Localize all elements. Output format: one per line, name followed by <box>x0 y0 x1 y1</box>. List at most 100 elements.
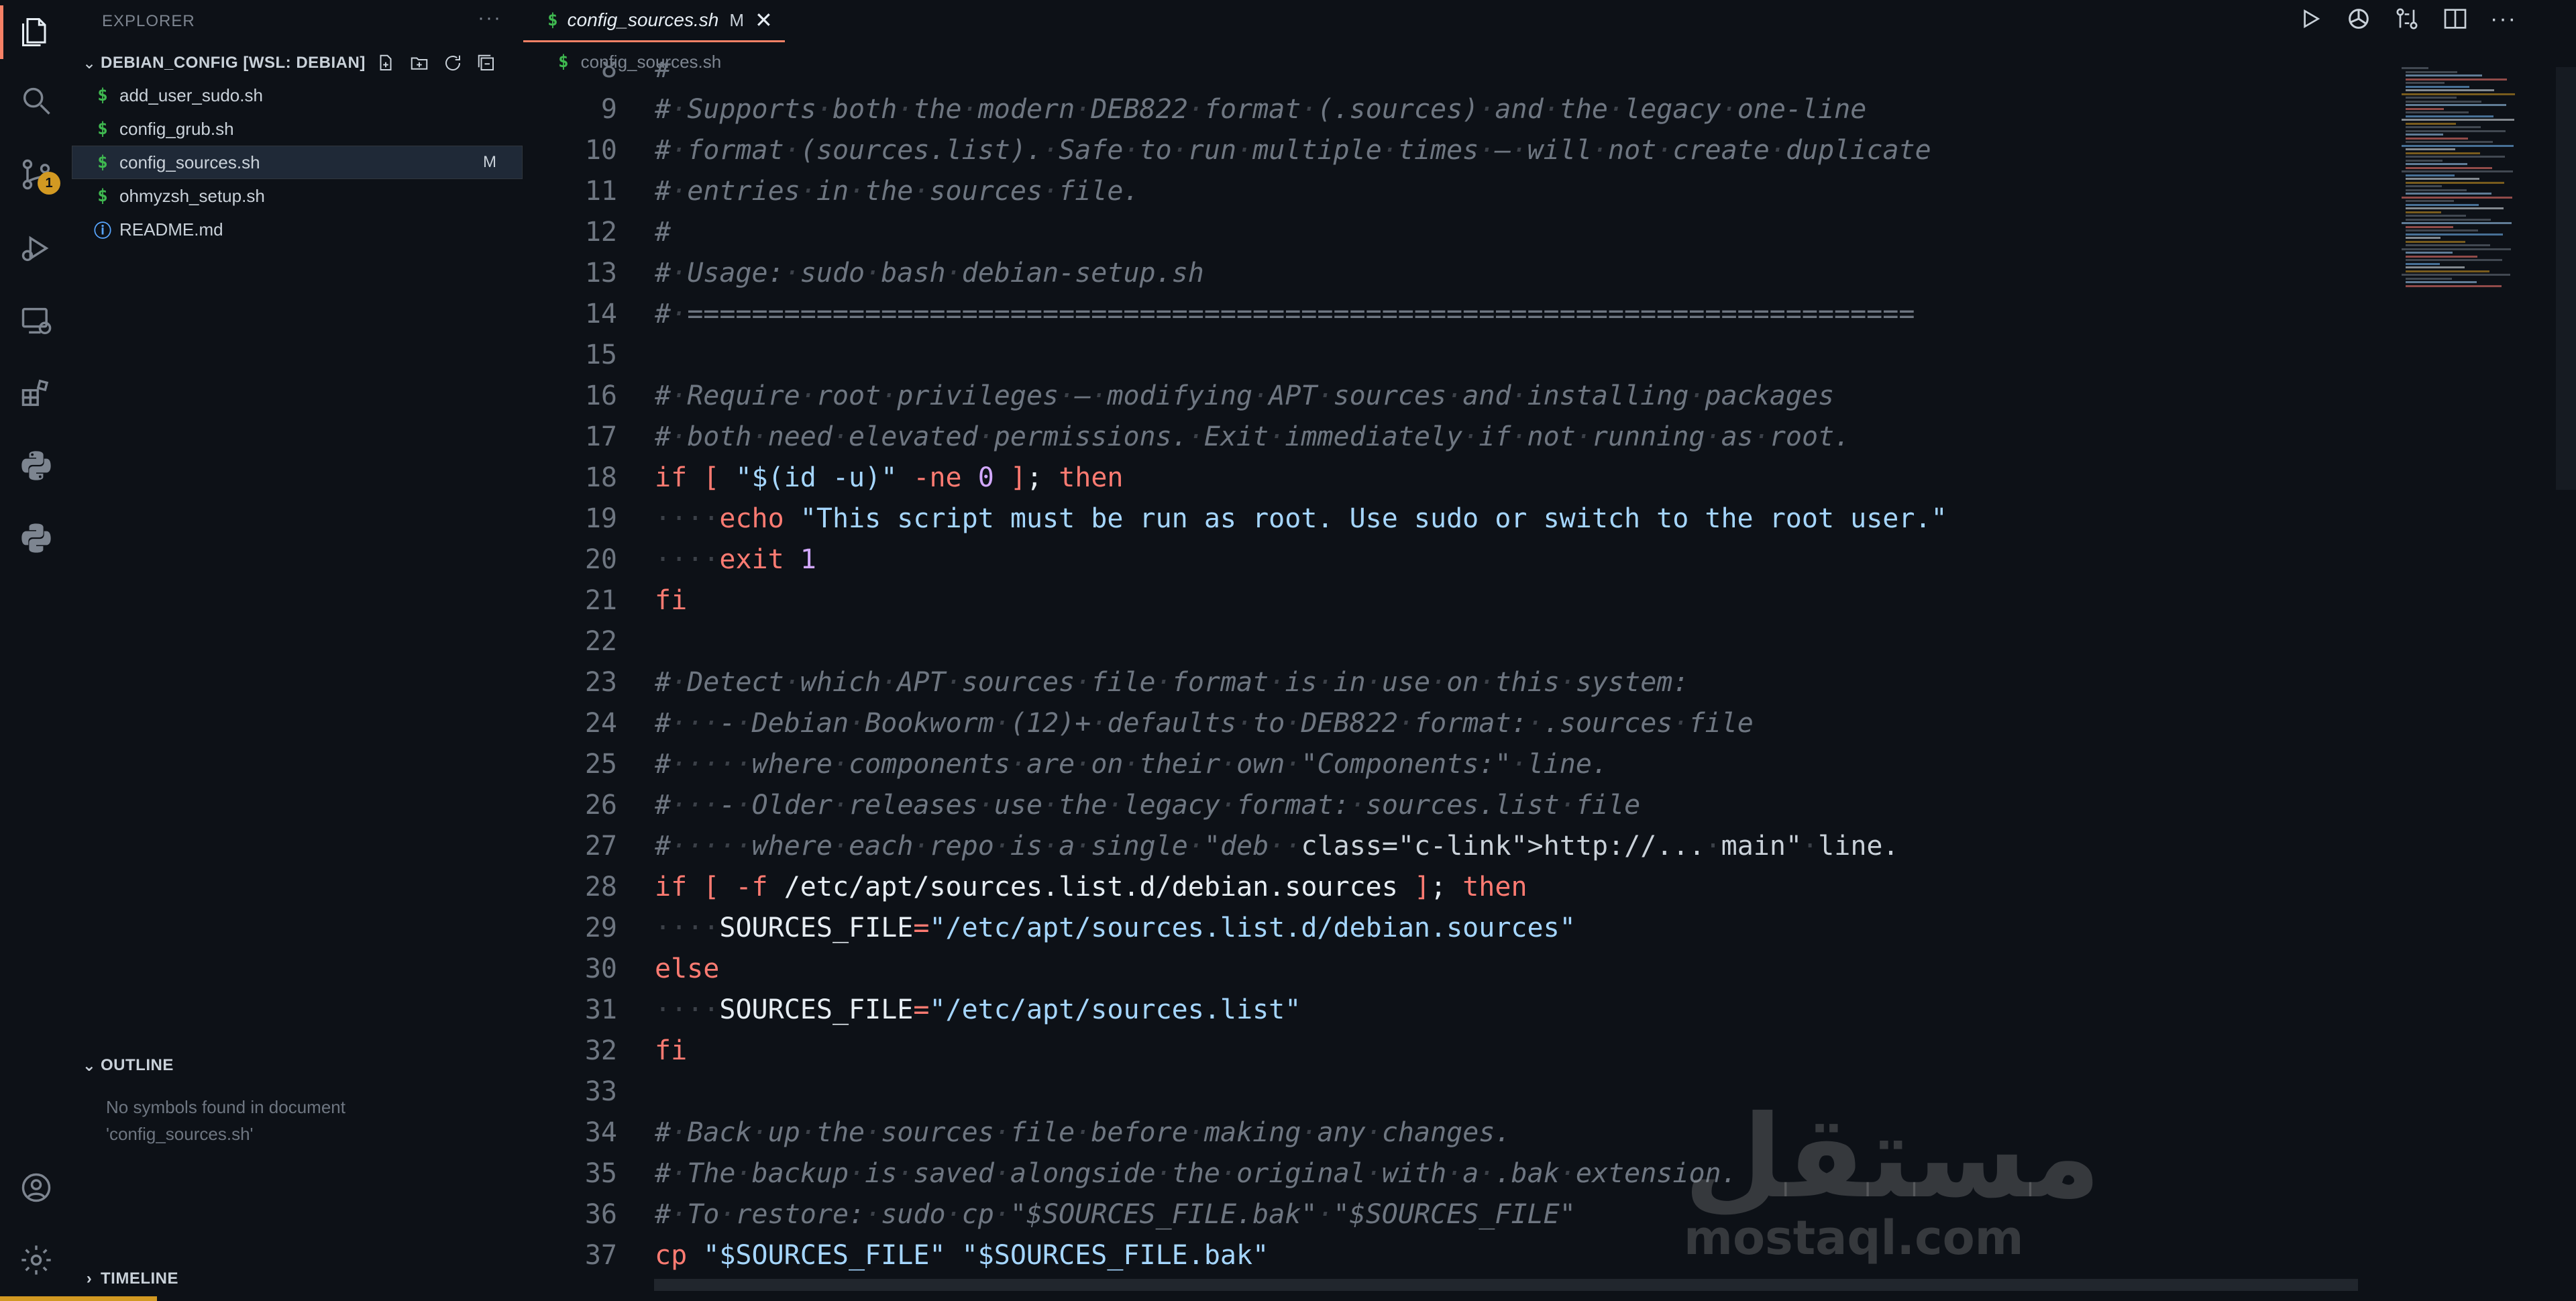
file-item-readme[interactable]: ⓘ README.md <box>72 213 523 246</box>
code-line[interactable]: 24 #···-·Debian·Bookworm·(12)+·defaults·t… <box>523 703 2375 744</box>
timeline-title: TIMELINE <box>101 1269 178 1288</box>
line-text: cp "$SOURCES_FILE" "$SOURCES_FILE.bak" <box>655 1240 1269 1271</box>
minimap-line <box>2406 281 2477 283</box>
minimap-line <box>2406 166 2492 169</box>
line-number: 22 <box>584 626 617 657</box>
code-line[interactable]: 16 #·Require·root·privileges·—·modifying·… <box>523 376 2375 417</box>
activity-bar: 1 <box>0 0 73 1301</box>
shell-file-icon: $ <box>97 119 108 139</box>
file-item-config-grub[interactable]: $ config_grub.sh <box>72 113 523 145</box>
more-actions-icon[interactable]: ··· <box>2490 6 2517 32</box>
workspace-folder[interactable]: ⌄ DEBIAN_CONFIG [WSL: DEBIAN] <box>78 47 518 79</box>
minimap-line <box>2406 74 2482 76</box>
code-line[interactable]: 19 ····echo "This script must be run as r… <box>523 499 2375 539</box>
file-item-ohmyzsh-setup[interactable]: $ ohmyzsh_setup.sh <box>72 180 523 212</box>
code-line[interactable]: 31 ····SOURCES_FILE="/etc/apt/sources.lis… <box>523 990 2375 1031</box>
line-number: 15 <box>584 340 617 370</box>
code-line[interactable]: 9 #·Supports·both·the·modern·DEB822·forma… <box>523 89 2375 130</box>
run-icon[interactable] <box>2297 5 2324 32</box>
line-number: 36 <box>584 1199 617 1230</box>
code-line[interactable]: 30 else <box>523 949 2375 990</box>
explorer-more-actions[interactable]: ··· <box>478 7 502 30</box>
code-line[interactable]: 22 <box>523 621 2375 662</box>
minimap[interactable] <box>2402 67 2522 295</box>
code-line[interactable]: 12 # <box>523 212 2375 253</box>
code-line[interactable]: 28 if [ -f /etc/apt/sources.list.d/debian… <box>523 867 2375 908</box>
collapse-all-icon[interactable] <box>476 53 496 73</box>
line-number: 18 <box>584 462 617 493</box>
file-item-config-sources[interactable]: $ config_sources.sh M <box>72 146 523 179</box>
code-line[interactable]: 11 #·entries·in·the·sources·file. <box>523 171 2375 212</box>
line-text: #·Usage:·sudo·bash·debian-setup.sh <box>655 258 1204 289</box>
line-number: 34 <box>584 1117 617 1148</box>
code-line[interactable]: 27 #·····where·each·repo·is·a·single·"deb… <box>523 826 2375 867</box>
line-number: 12 <box>584 217 617 248</box>
code-line[interactable]: 32 fi <box>523 1031 2375 1072</box>
minimap-line <box>2402 93 2515 95</box>
line-number: 30 <box>584 953 617 984</box>
code-line[interactable]: 23 #·Detect·which·APT·sources·file·format… <box>523 662 2375 703</box>
file-item-add-user-sudo[interactable]: $ add_user_sudo.sh <box>72 79 523 111</box>
timeline-section-header[interactable]: › TIMELINE <box>78 1264 518 1294</box>
minimap-line <box>2406 82 2445 84</box>
run-debug-icon[interactable] <box>16 228 56 268</box>
line-number: 31 <box>584 994 617 1025</box>
minimap-line <box>2406 152 2480 154</box>
code-line[interactable]: 25 #·····where·components·are·on·their·ow… <box>523 744 2375 785</box>
code-line[interactable]: 10 #·format·(sources.list).·Safe·to·run·m… <box>523 130 2375 171</box>
tab-config-sources[interactable]: $ config_sources.sh M ✕ <box>523 0 785 42</box>
explorer-icon[interactable] <box>16 12 56 52</box>
refresh-icon[interactable] <box>443 53 463 73</box>
chatgpt-icon[interactable] <box>2345 5 2372 32</box>
minimap-line <box>2402 274 2510 276</box>
horizontal-scrollbar[interactable] <box>654 1279 2358 1291</box>
minimap-line <box>2406 148 2455 150</box>
code-line[interactable]: 13 #·Usage:·sudo·bash·debian-setup.sh <box>523 253 2375 294</box>
python-icon[interactable] <box>16 446 56 486</box>
minimap-line <box>2406 100 2481 103</box>
code-line[interactable]: 26 #···-·Older·releases·use·the·legacy·fo… <box>523 785 2375 826</box>
split-editor-icon[interactable] <box>2442 5 2469 32</box>
minimap-line <box>2406 107 2444 110</box>
line-number: 26 <box>584 790 617 821</box>
code-line[interactable]: 17 #·both·need·elevated·permissions.·Exit… <box>523 417 2375 458</box>
new-folder-icon[interactable] <box>409 53 429 73</box>
outline-section-header[interactable]: ⌄ OUTLINE <box>78 1051 518 1080</box>
code-line[interactable]: 29 ····SOURCES_FILE="/etc/apt/sources.lis… <box>523 908 2375 949</box>
line-number: 33 <box>584 1076 617 1107</box>
extensions-icon[interactable] <box>16 373 56 413</box>
tab-close-icon[interactable]: ✕ <box>755 7 773 33</box>
python-env-icon[interactable] <box>16 518 56 558</box>
line-text: #·To·restore:·sudo·cp·"$SOURCES_FILE.bak… <box>655 1199 1576 1230</box>
watermark: مستقل mostaql.com <box>1684 1100 2101 1275</box>
line-number: 37 <box>584 1240 617 1271</box>
minimap-line <box>2406 137 2468 140</box>
search-icon[interactable] <box>16 81 56 121</box>
line-text: #·======================================… <box>655 299 1915 329</box>
code-line[interactable]: 8 # <box>523 62 2375 89</box>
new-file-icon[interactable] <box>376 53 396 73</box>
minimap-line <box>2406 126 2481 128</box>
line-number: 14 <box>584 299 617 329</box>
code-line[interactable]: 18 if [ "$(id -u)" -ne 0 ]; then <box>523 458 2375 499</box>
watermark-url: mostaql.com <box>1684 1210 2024 1265</box>
explorer-sidebar: EXPLORER ··· ⌄ DEBIAN_CONFIG [WSL: DEBIA… <box>72 0 524 1301</box>
settings-gear-icon[interactable] <box>16 1240 56 1280</box>
code-line[interactable]: 21 fi <box>523 580 2375 621</box>
compare-changes-icon[interactable] <box>2394 5 2420 32</box>
remote-explorer-icon[interactable] <box>16 301 56 341</box>
scrollbar-thumb[interactable] <box>2556 67 2576 490</box>
shell-file-icon: $ <box>97 186 108 206</box>
minimap-line <box>2406 89 2494 91</box>
code-line[interactable]: 37 cp "$SOURCES_FILE" "$SOURCES_FILE.bak" <box>523 1235 2375 1276</box>
line-text: #·entries·in·the·sources·file. <box>655 176 1140 207</box>
account-icon[interactable] <box>16 1167 56 1208</box>
code-line[interactable]: 15 <box>523 335 2375 376</box>
code-line[interactable]: 20 ····exit 1 <box>523 539 2375 580</box>
status-bar-remote-indicator[interactable] <box>0 1296 157 1301</box>
code-line[interactable]: 14 #·====================================… <box>523 294 2375 335</box>
info-icon: ⓘ <box>93 221 111 242</box>
active-indicator <box>0 5 3 59</box>
scm-badge: 1 <box>38 172 60 195</box>
line-text: #·The·backup·is·saved·alongside·the·orig… <box>655 1158 1737 1189</box>
